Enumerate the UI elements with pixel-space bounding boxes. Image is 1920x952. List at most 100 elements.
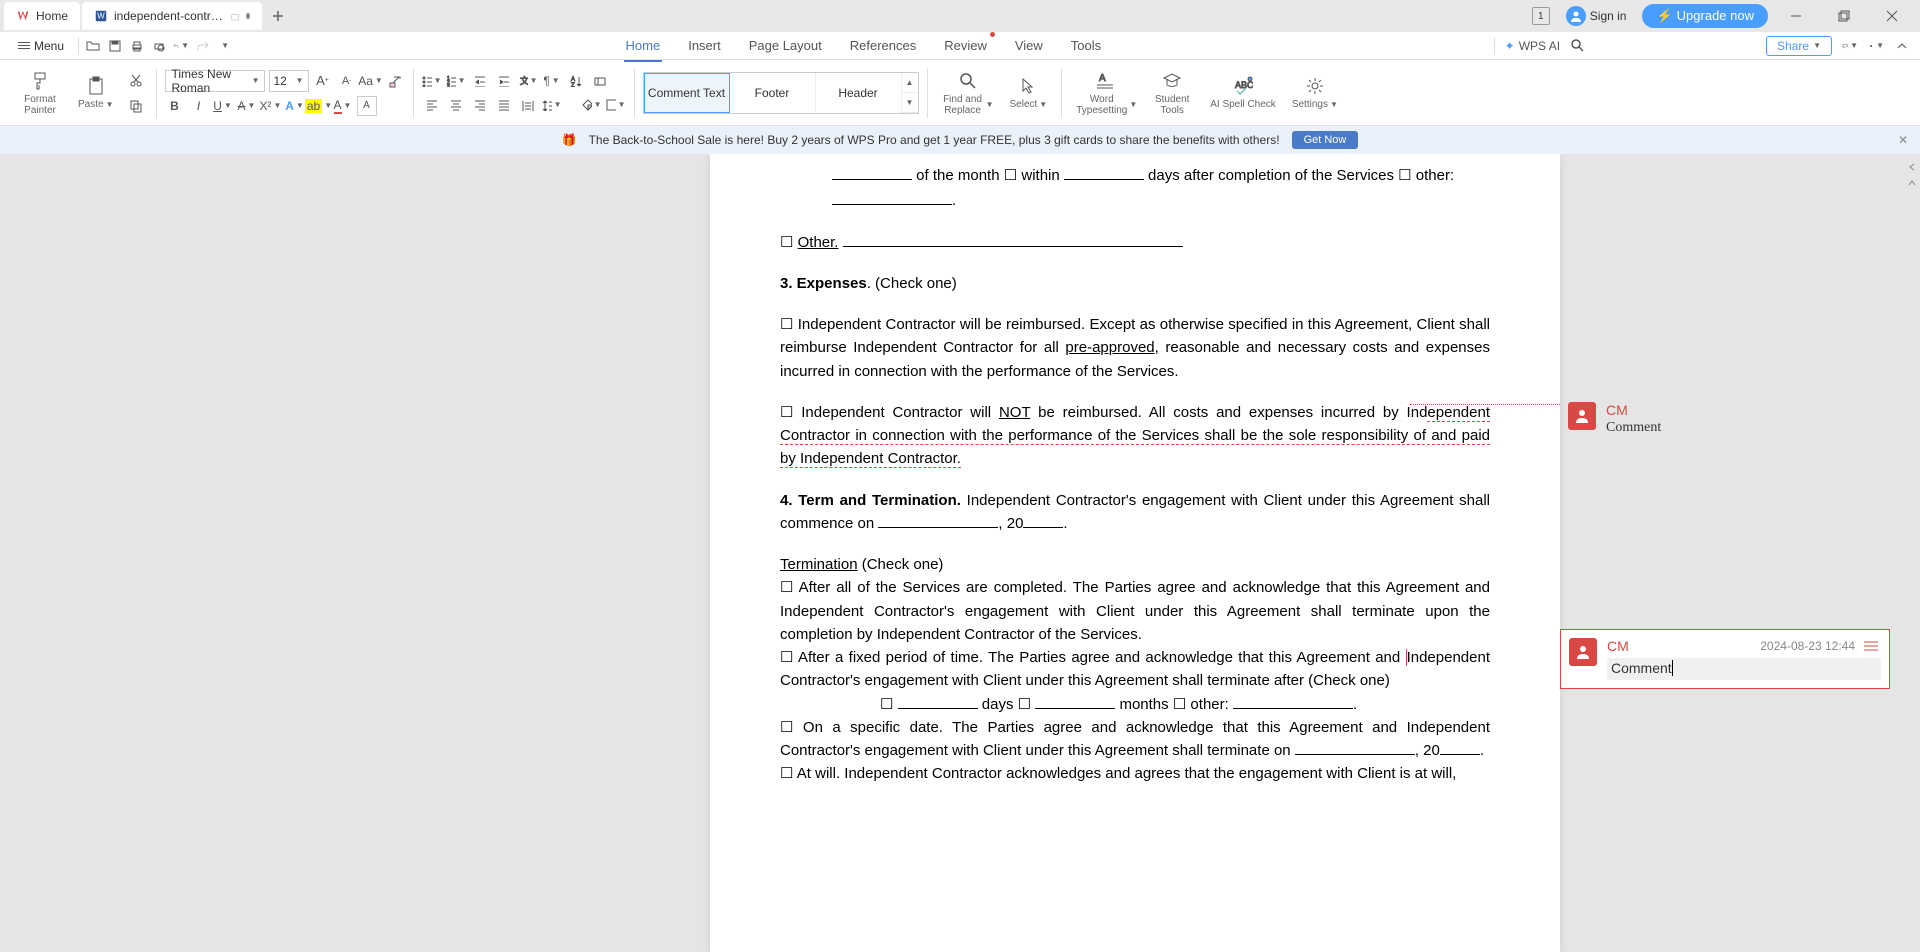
paste-group: Paste▼ [72,63,120,123]
tab-tools[interactable]: Tools [1069,34,1103,57]
distribute-button[interactable] [518,95,538,115]
format-painter-icon [29,70,51,92]
borders-button[interactable]: ▼ [606,95,626,115]
strikethrough-button[interactable]: A▼ [237,96,257,116]
superscript-button[interactable]: X²▼ [261,96,281,116]
decrease-indent-button[interactable] [470,71,490,91]
italic-button[interactable]: I [189,96,209,116]
tab-review[interactable]: Review [942,34,989,57]
tab-preview-icon[interactable] [231,10,239,22]
style-footer[interactable]: Footer [730,73,816,113]
cut-button[interactable] [126,70,146,90]
more-options-button[interactable]: ▼ [1868,38,1884,54]
copy-button[interactable] [126,96,146,116]
bullets-button[interactable]: ▼ [422,71,442,91]
open-file-button[interactable] [85,38,101,54]
phonetic-guide-button[interactable]: A [357,96,377,116]
student-tools-button[interactable]: Student Tools [1144,63,1200,123]
magnifier-icon [957,70,979,92]
tab-references[interactable]: References [848,34,918,57]
wps-ai-button[interactable]: ✦ WPS AI [1505,39,1560,53]
align-left-button[interactable] [422,95,442,115]
user-avatar-icon [1566,6,1586,26]
lightning-icon: ⚡ [1656,8,1672,23]
grow-font-button[interactable]: A+ [313,71,333,91]
style-comment-text[interactable]: Comment Text [644,73,730,113]
tab-home-ribbon[interactable]: Home [624,34,663,57]
font-family-select[interactable]: Times New Roman▼ [165,70,265,92]
minimize-button[interactable] [1776,0,1816,32]
spell-check-button[interactable]: ABC AI Spell Check [1204,63,1282,123]
share-button[interactable]: Share▼ [1766,36,1832,56]
font-size-select[interactable]: 12▼ [269,70,309,92]
qat-more-button[interactable]: ▼ [217,38,233,54]
document-page[interactable]: of the month ☐ within days after complet… [710,154,1560,952]
text-effects-button[interactable]: A▼ [285,96,305,116]
signin-button[interactable]: Sign in [1558,2,1635,30]
justify-button[interactable] [494,95,514,115]
search-button[interactable] [1570,38,1586,54]
undo-button[interactable]: ▼ [173,38,189,54]
comment-edit-input[interactable]: Comment [1607,658,1881,680]
title-bar: Home W independent-contractor-agree 1 Si… [0,0,1920,32]
promo-close-button[interactable]: ✕ [1898,133,1908,147]
align-right-button[interactable] [470,95,490,115]
select-button[interactable]: Select▼ [1004,63,1054,123]
wps-logo-icon [16,9,30,23]
paste-icon[interactable] [85,75,107,97]
tab-home[interactable]: Home [4,2,80,30]
numbering-button[interactable]: 123▼ [446,71,466,91]
rail-up-icon[interactable] [1907,176,1917,186]
find-replace-button[interactable]: Find and Replace▼ [936,63,1000,123]
upgrade-button[interactable]: ⚡Upgrade now [1642,4,1768,28]
maximize-button[interactable] [1824,0,1864,32]
comments-toggle-button[interactable]: ▼ [1842,38,1858,54]
paste-dropdown[interactable]: Paste▼ [78,99,114,110]
promo-get-now-button[interactable]: Get Now [1292,131,1359,149]
tabs-button[interactable] [590,71,610,91]
tab-document[interactable]: W independent-contractor-agree [82,2,262,30]
close-window-button[interactable] [1872,0,1912,32]
font-color-button[interactable]: A▼ [333,96,353,116]
tab-insert[interactable]: Insert [686,34,723,57]
notification-badge[interactable]: 1 [1532,7,1550,25]
sort-button[interactable]: AZ [566,71,586,91]
tab-view[interactable]: View [1013,34,1045,57]
save-button[interactable] [107,38,123,54]
underline-button[interactable]: U▼ [213,96,233,116]
hamburger-icon [18,42,30,49]
increase-indent-button[interactable] [494,71,514,91]
print-button[interactable] [129,38,145,54]
word-typesetting-button[interactable]: A Word Typesetting▼ [1070,63,1140,123]
comment-card-2-active[interactable]: CM 2024-08-23 12:44 Comment [1560,629,1890,689]
redo-button[interactable] [195,38,211,54]
paragraph-marks-button[interactable]: ¶▼ [542,71,562,91]
svg-text:Z: Z [571,83,575,87]
comment-menu-icon[interactable] [1863,639,1881,653]
format-painter-group[interactable]: Format Painter [12,63,68,123]
clear-formatting-button[interactable] [385,71,405,91]
doc-icon: W [94,9,108,23]
sparkle-icon: ✦ [1505,39,1515,53]
style-header[interactable]: Header [816,73,902,113]
styles-gallery[interactable]: Comment Text Footer Header ▲▼ [643,72,919,114]
styles-scroll[interactable]: ▲▼ [902,73,918,113]
ribbon-tabs: Home Insert Page Layout References Revie… [624,34,1104,57]
shrink-font-button[interactable]: A- [337,71,357,91]
tab-page-layout[interactable]: Page Layout [747,34,824,57]
shading-button[interactable]: ▼ [582,95,602,115]
print-preview-button[interactable] [151,38,167,54]
settings-button[interactable]: Settings▼ [1286,63,1344,123]
highlight-button[interactable]: ab▼ [309,96,329,116]
add-tab-button[interactable] [264,2,292,30]
menu-button[interactable]: Menu [10,35,72,57]
text-direction-button[interactable]: 文▼ [518,71,538,91]
align-center-button[interactable] [446,95,466,115]
rail-expand-icon[interactable] [1907,160,1917,170]
change-case-button[interactable]: Aa▼ [361,71,381,91]
bold-button[interactable]: B [165,96,185,116]
collapse-ribbon-button[interactable] [1894,38,1910,54]
gear-icon [1304,75,1326,97]
comment-card-1[interactable]: CM Comment [1560,394,1890,444]
line-spacing-button[interactable]: ▼ [542,95,562,115]
